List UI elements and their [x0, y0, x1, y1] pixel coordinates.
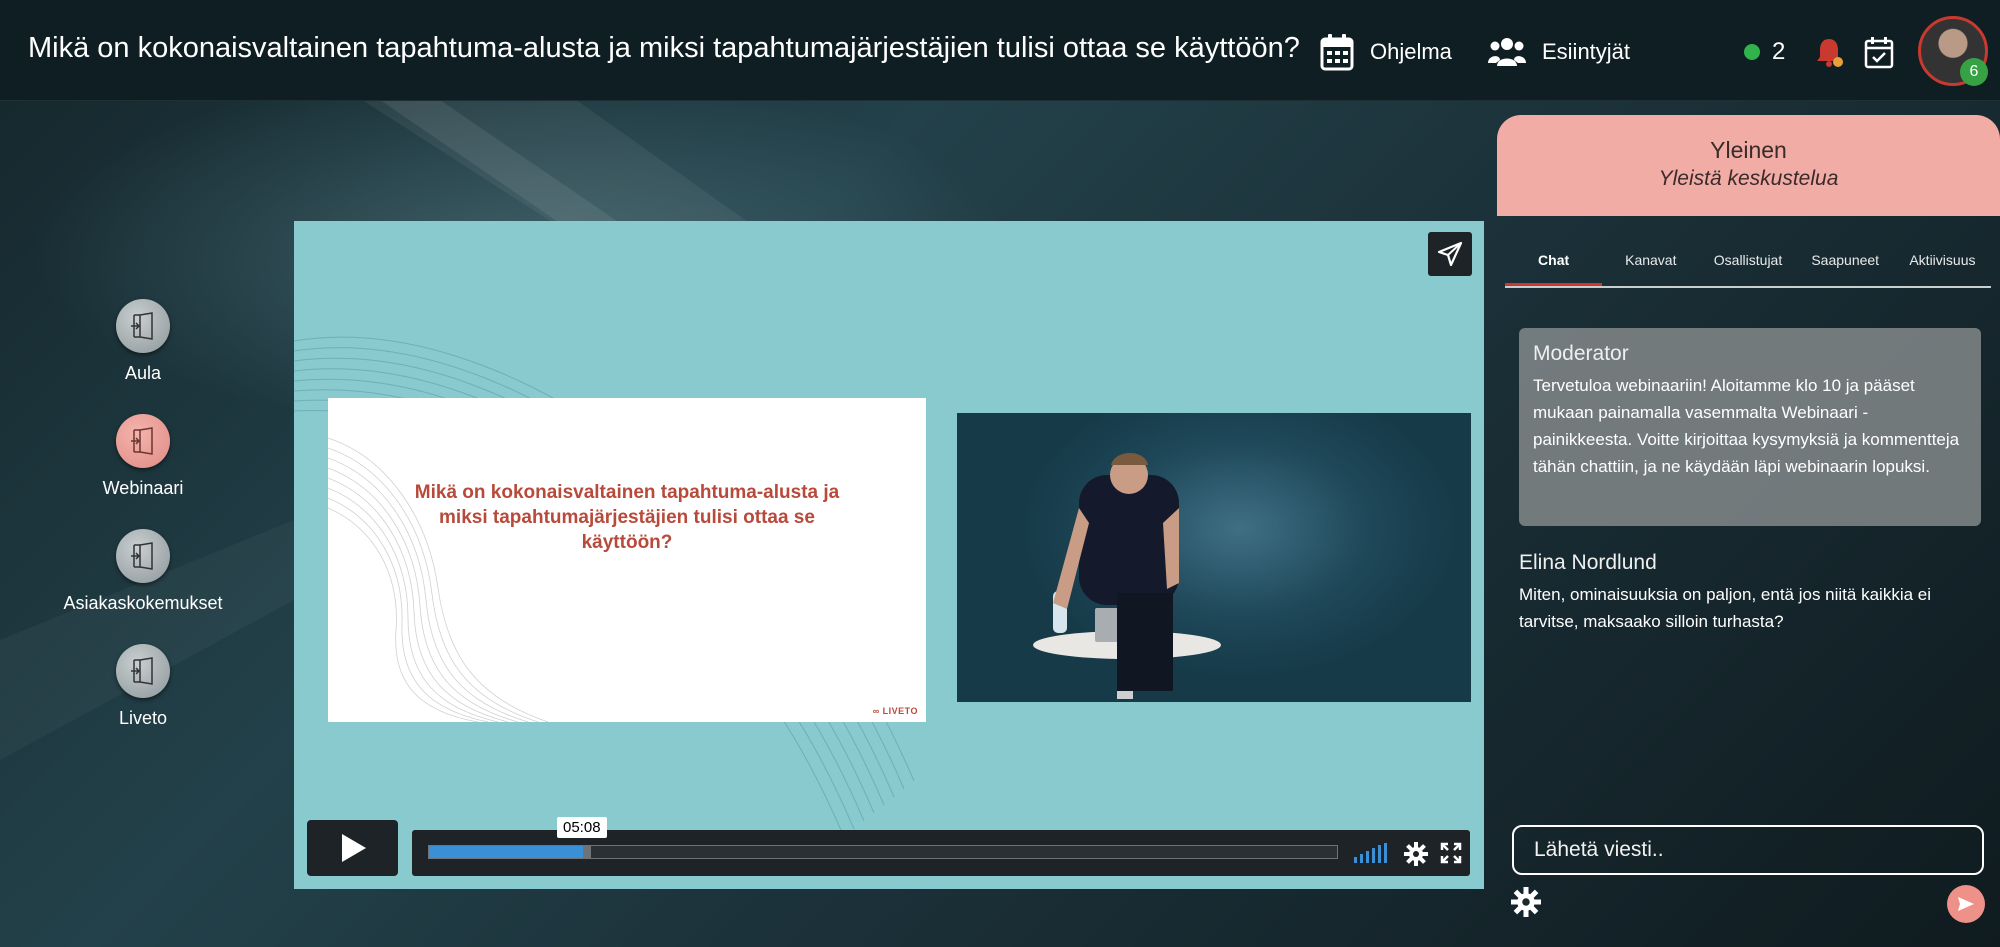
room-label: Liveto [118, 708, 168, 728]
liveto-logo: ∞ LIVETO [872, 706, 918, 716]
calendar-check-icon[interactable] [1864, 36, 1894, 70]
chat-message-input[interactable] [1512, 825, 1984, 875]
paper-plane-icon [1437, 241, 1463, 267]
gear-icon[interactable] [1404, 842, 1428, 866]
slide-title: Mikä on kokonaisvaltainen tapahtuma-alus… [414, 482, 840, 553]
play-icon [341, 834, 366, 862]
volume-icon[interactable] [1354, 843, 1388, 863]
play-button[interactable] [307, 820, 398, 876]
message-author: Moderator [1533, 342, 1629, 365]
tab-aktiivisuus[interactable]: Aktiivisuus [1894, 240, 1991, 286]
message-text: Tervetuloa webinaariin! Aloitamme klo 10… [1533, 376, 1960, 476]
top-bar: Mikä on kokonaisvaltainen tapahtuma-alus… [0, 0, 2000, 101]
gear-icon[interactable] [1511, 887, 1541, 917]
room-webinaari[interactable]: Webinaari [50, 414, 236, 499]
channel-description: Yleistä keskustelua [1658, 167, 1839, 190]
speaker-figure [1033, 453, 1221, 699]
nav-speakers-link[interactable]: Esiintyjät [1488, 30, 1630, 74]
time-tooltip: 05:08 [557, 817, 607, 838]
slide-wave-decoration [328, 437, 549, 722]
progress-buffer [583, 846, 591, 858]
progress-fill [429, 846, 583, 858]
door-icon [116, 644, 170, 698]
tab-kanavat[interactable]: Kanavat [1602, 240, 1699, 286]
channel-header: Yleinen Yleistä keskustelua [1497, 115, 2000, 216]
online-count[interactable]: 2 [1772, 38, 1785, 66]
message-author: Elina Nordlund [1519, 551, 1657, 574]
calendar-icon [1320, 34, 1354, 71]
door-icon [116, 529, 170, 583]
room-asiakaskokemukset[interactable]: Asiakaskokemukset [50, 529, 236, 614]
door-icon [116, 414, 170, 468]
nav-program-label: Ohjelma [1370, 39, 1452, 64]
bell-icon[interactable] [1814, 36, 1844, 68]
chat-tabs: Chat Kanavat Osallistujat Saapuneet Akti… [1505, 240, 1991, 288]
room-liveto[interactable]: Liveto [50, 644, 236, 729]
fullscreen-icon[interactable] [1440, 842, 1462, 864]
notification-badge: 6 [1960, 58, 1988, 86]
speaker-video [957, 413, 1471, 702]
video-player[interactable]: Mikä on kokonaisvaltainen tapahtuma-alus… [294, 221, 1484, 889]
nav-program-link[interactable]: Ohjelma [1320, 30, 1452, 74]
tab-osallistujat[interactable]: Osallistujat [1699, 240, 1796, 286]
presentation-slide: Mikä on kokonaisvaltainen tapahtuma-alus… [328, 398, 926, 722]
send-icon [1958, 897, 1974, 911]
tab-chat[interactable]: Chat [1505, 240, 1603, 286]
share-button[interactable] [1428, 232, 1472, 276]
chat-panel: Yleinen Yleistä keskustelua Chat Kanavat… [1497, 115, 2000, 947]
room-label: Asiakaskokemukset [63, 593, 223, 613]
users-icon [1488, 38, 1526, 66]
online-status-dot [1744, 44, 1760, 60]
progress-bar[interactable] [428, 845, 1338, 859]
room-label: Webinaari [102, 478, 184, 498]
channel-name: Yleinen [1710, 137, 1787, 163]
message-text: Miten, ominaisuuksia on paljon, entä jos… [1519, 585, 1932, 631]
room-aula[interactable]: Aula [50, 299, 236, 384]
page-title: Mikä on kokonaisvaltainen tapahtuma-alus… [28, 32, 1300, 64]
nav-speakers-label: Esiintyjät [1542, 39, 1631, 64]
chat-message: Moderator Tervetuloa webinaariin! Aloita… [1519, 328, 1981, 526]
send-button[interactable] [1947, 885, 1985, 923]
tab-saapuneet[interactable]: Saapuneet [1797, 240, 1894, 286]
room-label: Aula [124, 363, 162, 383]
chat-message: Elina Nordlund Miten, ominaisuuksia on p… [1519, 551, 1989, 635]
door-icon [116, 299, 170, 353]
